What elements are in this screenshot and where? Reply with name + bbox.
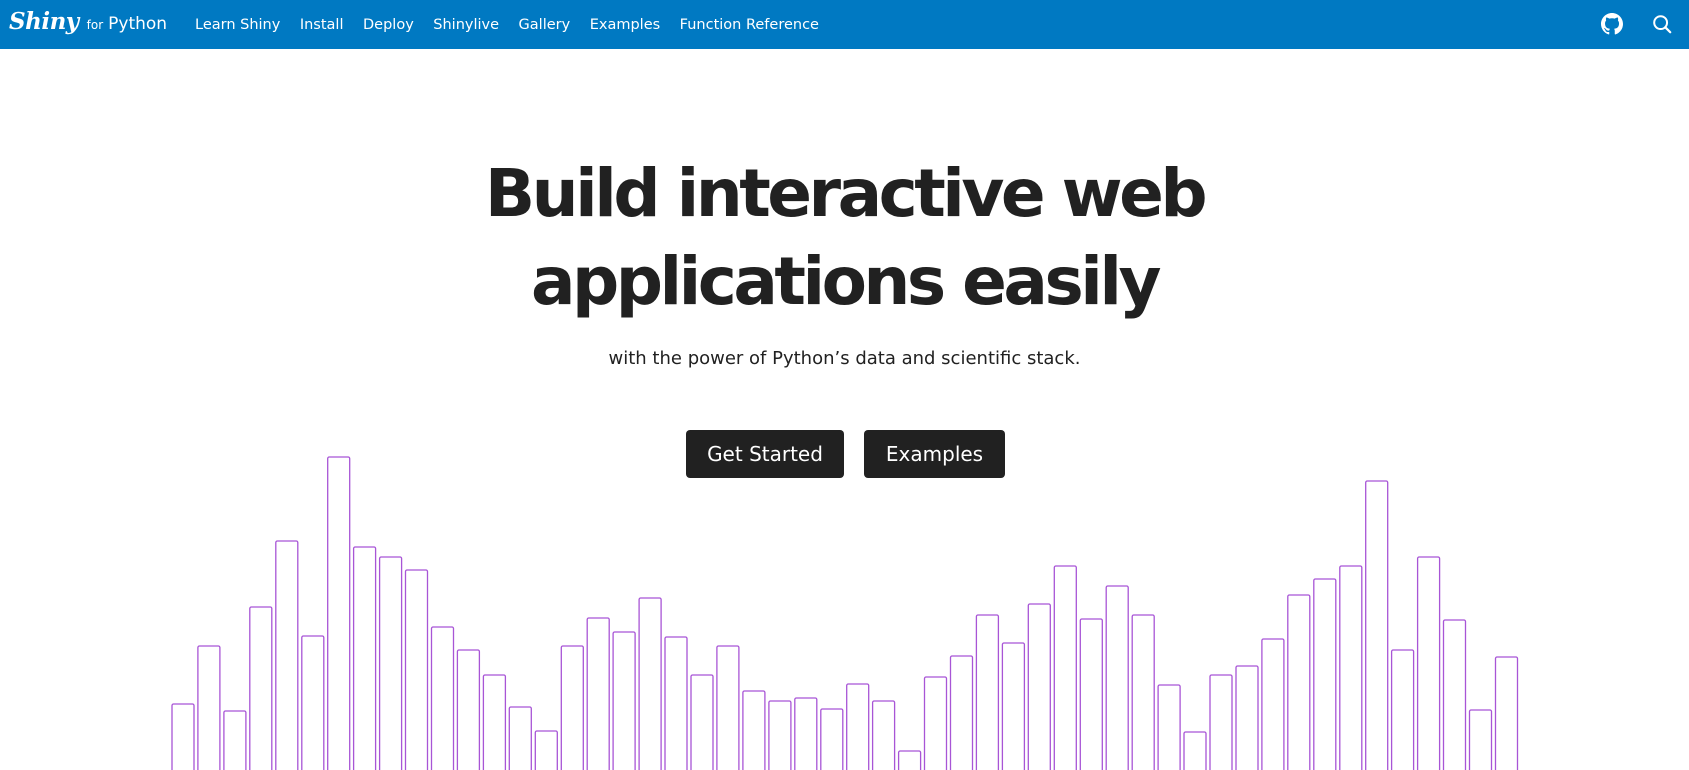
decorative-bar	[1157, 684, 1181, 770]
decorative-bar	[612, 631, 636, 770]
decorative-bar	[768, 700, 792, 770]
decorative-bar	[897, 750, 922, 770]
decorative-bar	[1339, 565, 1363, 770]
decorative-bar	[846, 683, 870, 770]
decorative-bar	[923, 676, 948, 770]
decorative-bar	[794, 697, 818, 770]
decorative-bar	[1313, 578, 1337, 770]
decorative-bar	[352, 546, 377, 770]
decorative-bar	[534, 730, 558, 770]
decorative-bar	[275, 540, 299, 770]
decorative-bar	[871, 700, 896, 770]
decorative-bar	[378, 556, 403, 770]
decorative-bar	[404, 569, 429, 770]
decorative-bar	[1390, 649, 1415, 770]
decorative-bar	[508, 706, 532, 770]
decorative-bar	[1001, 642, 1026, 770]
decorative-bar	[171, 703, 195, 770]
decorative-bar	[638, 597, 662, 770]
decorative-bar	[1027, 603, 1051, 770]
decorative-bar	[1053, 565, 1077, 770]
decorative-bar	[301, 635, 325, 770]
decorative-bar	[664, 636, 688, 770]
decorative-bar	[1209, 674, 1233, 770]
decorative-bar	[1494, 656, 1519, 770]
decorative-bar	[430, 626, 455, 770]
decorative-bar	[586, 617, 610, 770]
decorative-bar	[1287, 594, 1311, 770]
decorative-bar	[1105, 585, 1129, 770]
decorative-bar	[1468, 709, 1493, 770]
decorative-bar	[1235, 665, 1259, 770]
decorative-bar	[1416, 556, 1441, 770]
decorative-bar	[456, 649, 481, 770]
decorative-bar	[1261, 638, 1285, 770]
decorative-bar-chart	[171, 456, 1519, 770]
decorative-bar	[1079, 618, 1103, 770]
decorative-bar	[197, 645, 221, 770]
decorative-bar	[690, 674, 714, 770]
decorative-bar	[716, 645, 740, 770]
decorative-bar	[820, 708, 844, 770]
decorative-bar	[949, 655, 974, 770]
decorative-bar	[327, 456, 351, 770]
decorative-bar	[249, 606, 273, 770]
decorative-bar	[975, 614, 1000, 770]
decorative-bar	[1442, 619, 1467, 770]
decorative-bar	[742, 690, 766, 770]
decorative-bar	[223, 710, 247, 770]
decorative-bar	[560, 645, 584, 770]
decorative-bar	[1365, 480, 1389, 770]
decorative-bar	[482, 674, 507, 770]
decorative-bar	[1131, 614, 1155, 770]
decorative-bar	[1183, 731, 1207, 770]
